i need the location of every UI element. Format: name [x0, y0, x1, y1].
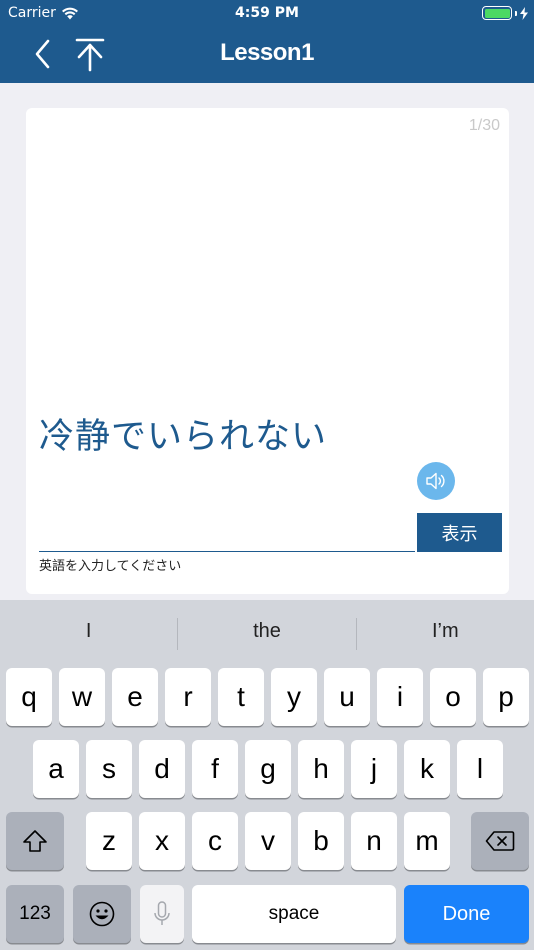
key-b[interactable]: b — [298, 812, 344, 870]
card-counter: 1/30 — [468, 117, 500, 134]
status-bar: Carrier 4:59 PM — [0, 0, 534, 28]
key-m[interactable]: m — [404, 812, 450, 870]
input-hint: 英語を入力してください — [39, 559, 182, 574]
key-s[interactable]: s — [86, 740, 132, 798]
key-k[interactable]: k — [404, 740, 450, 798]
flashcard: 1/30 冷静でいられない 表示 英語を入力してください — [26, 108, 509, 594]
key-w[interactable]: w — [59, 668, 105, 726]
key-d[interactable]: d — [139, 740, 185, 798]
nav-bar: Lesson1 — [0, 28, 534, 83]
charging-icon — [520, 6, 528, 20]
question-text: 冷静でいられない — [39, 417, 328, 457]
key-v[interactable]: v — [245, 812, 291, 870]
key-l[interactable]: l — [457, 740, 503, 798]
space-key[interactable]: space — [192, 885, 396, 943]
dictation-key[interactable] — [140, 885, 184, 943]
key-p[interactable]: p — [483, 668, 529, 726]
keyboard: I the I’m q w e r t y u i o p a s d f g … — [0, 600, 534, 950]
answer-input[interactable] — [39, 520, 415, 552]
key-t[interactable]: t — [218, 668, 264, 726]
key-i[interactable]: i — [377, 668, 423, 726]
key-u[interactable]: u — [324, 668, 370, 726]
emoji-icon — [89, 901, 115, 927]
page-title: Lesson1 — [220, 39, 314, 66]
key-f[interactable]: f — [192, 740, 238, 798]
done-key[interactable]: Done — [404, 885, 529, 943]
microphone-icon — [154, 901, 170, 925]
key-x[interactable]: x — [139, 812, 185, 870]
show-answer-button[interactable]: 表示 — [417, 513, 502, 552]
delete-key[interactable] — [471, 812, 529, 870]
key-r[interactable]: r — [165, 668, 211, 726]
battery — [482, 6, 528, 20]
key-c[interactable]: c — [192, 812, 238, 870]
key-j[interactable]: j — [351, 740, 397, 798]
backspace-icon — [485, 831, 515, 851]
key-h[interactable]: h — [298, 740, 344, 798]
numbers-key[interactable]: 123 — [6, 885, 64, 943]
speaker-button[interactable] — [417, 462, 455, 500]
key-g[interactable]: g — [245, 740, 291, 798]
suggestion-item[interactable]: I’m — [357, 600, 534, 662]
speaker-icon — [426, 472, 445, 490]
emoji-key[interactable] — [73, 885, 131, 943]
shift-icon — [23, 830, 47, 852]
key-a[interactable]: a — [33, 740, 79, 798]
status-time: 4:59 PM — [235, 5, 299, 21]
shift-key[interactable] — [6, 812, 64, 870]
key-z[interactable]: z — [86, 812, 132, 870]
suggestion-item[interactable]: I — [0, 600, 177, 662]
battery-icon — [482, 6, 512, 20]
key-q[interactable]: q — [6, 668, 52, 726]
key-n[interactable]: n — [351, 812, 397, 870]
suggestion-bar: I the I’m — [0, 600, 534, 662]
key-o[interactable]: o — [430, 668, 476, 726]
header: Carrier 4:59 PM Lesson1 — [0, 0, 534, 83]
suggestion-item[interactable]: the — [178, 600, 355, 662]
key-y[interactable]: y — [271, 668, 317, 726]
key-e[interactable]: e — [112, 668, 158, 726]
